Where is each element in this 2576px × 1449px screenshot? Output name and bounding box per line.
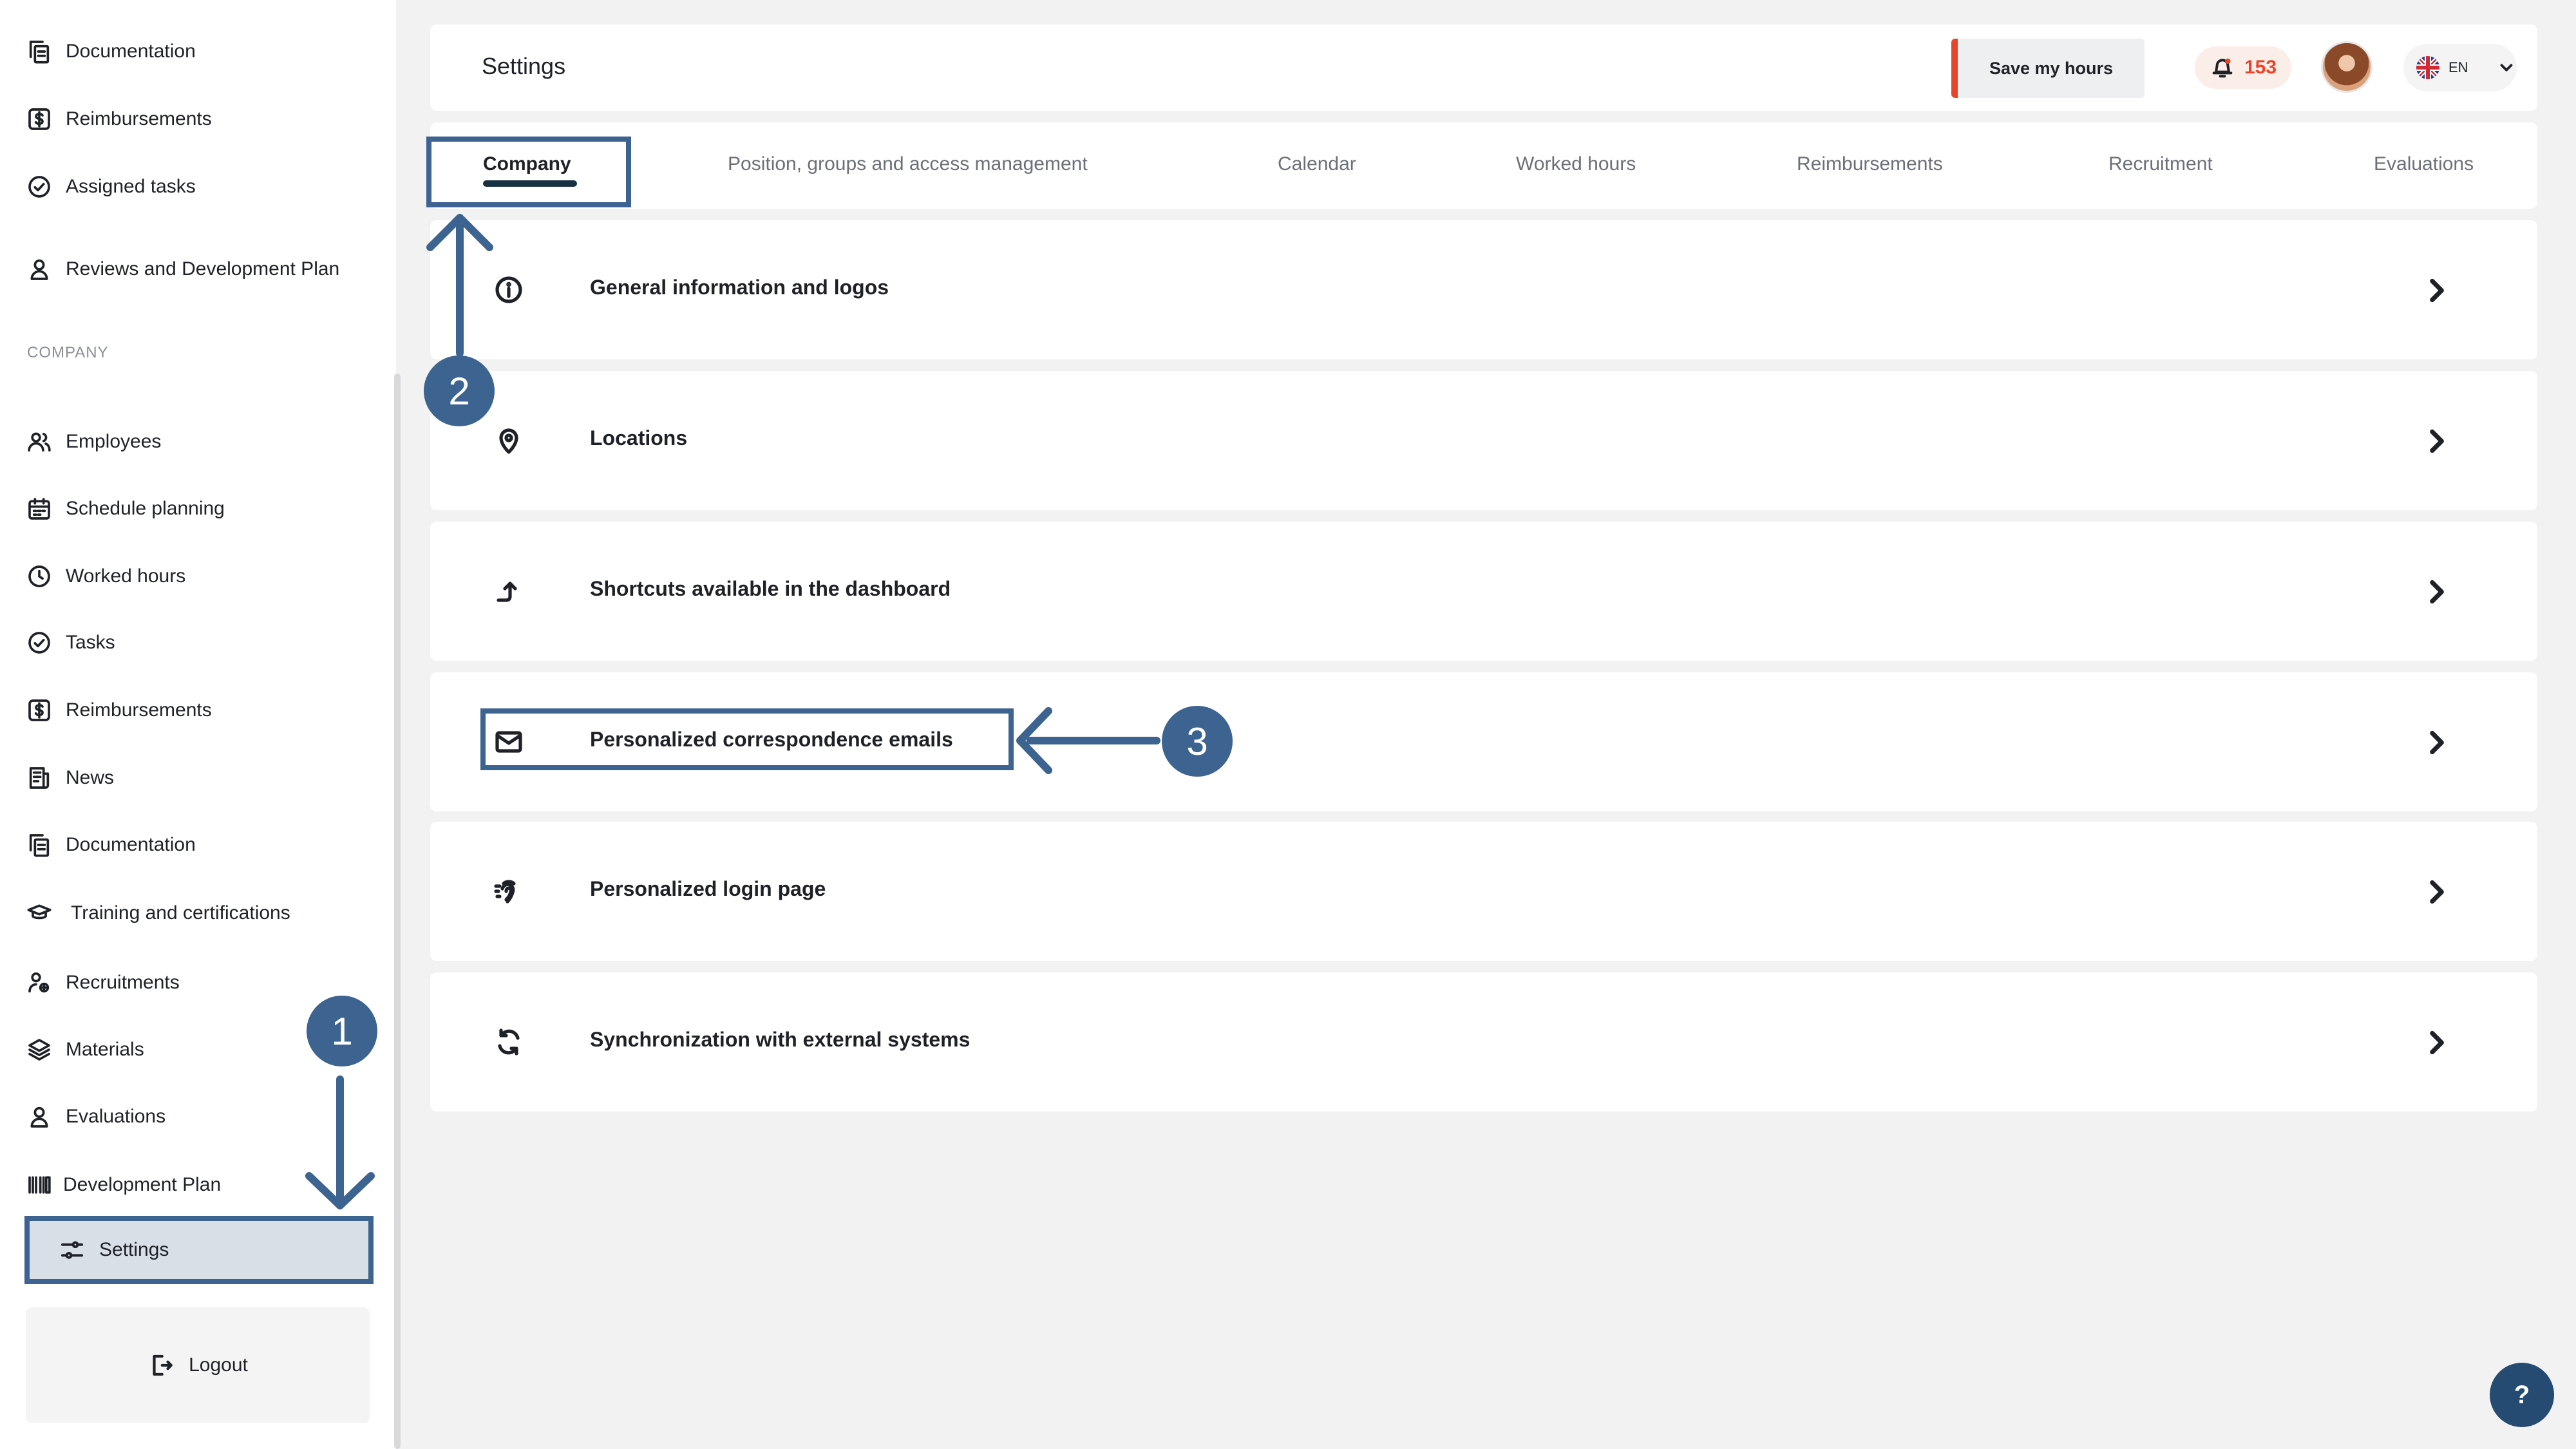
help-button[interactable]: ? <box>2490 1363 2554 1427</box>
step-badge-1: 1 <box>307 996 377 1066</box>
annotation-arrows <box>305 214 1160 1209</box>
step-badge-3: 3 <box>1162 706 1233 777</box>
step-badge-2: 2 <box>424 355 495 426</box>
